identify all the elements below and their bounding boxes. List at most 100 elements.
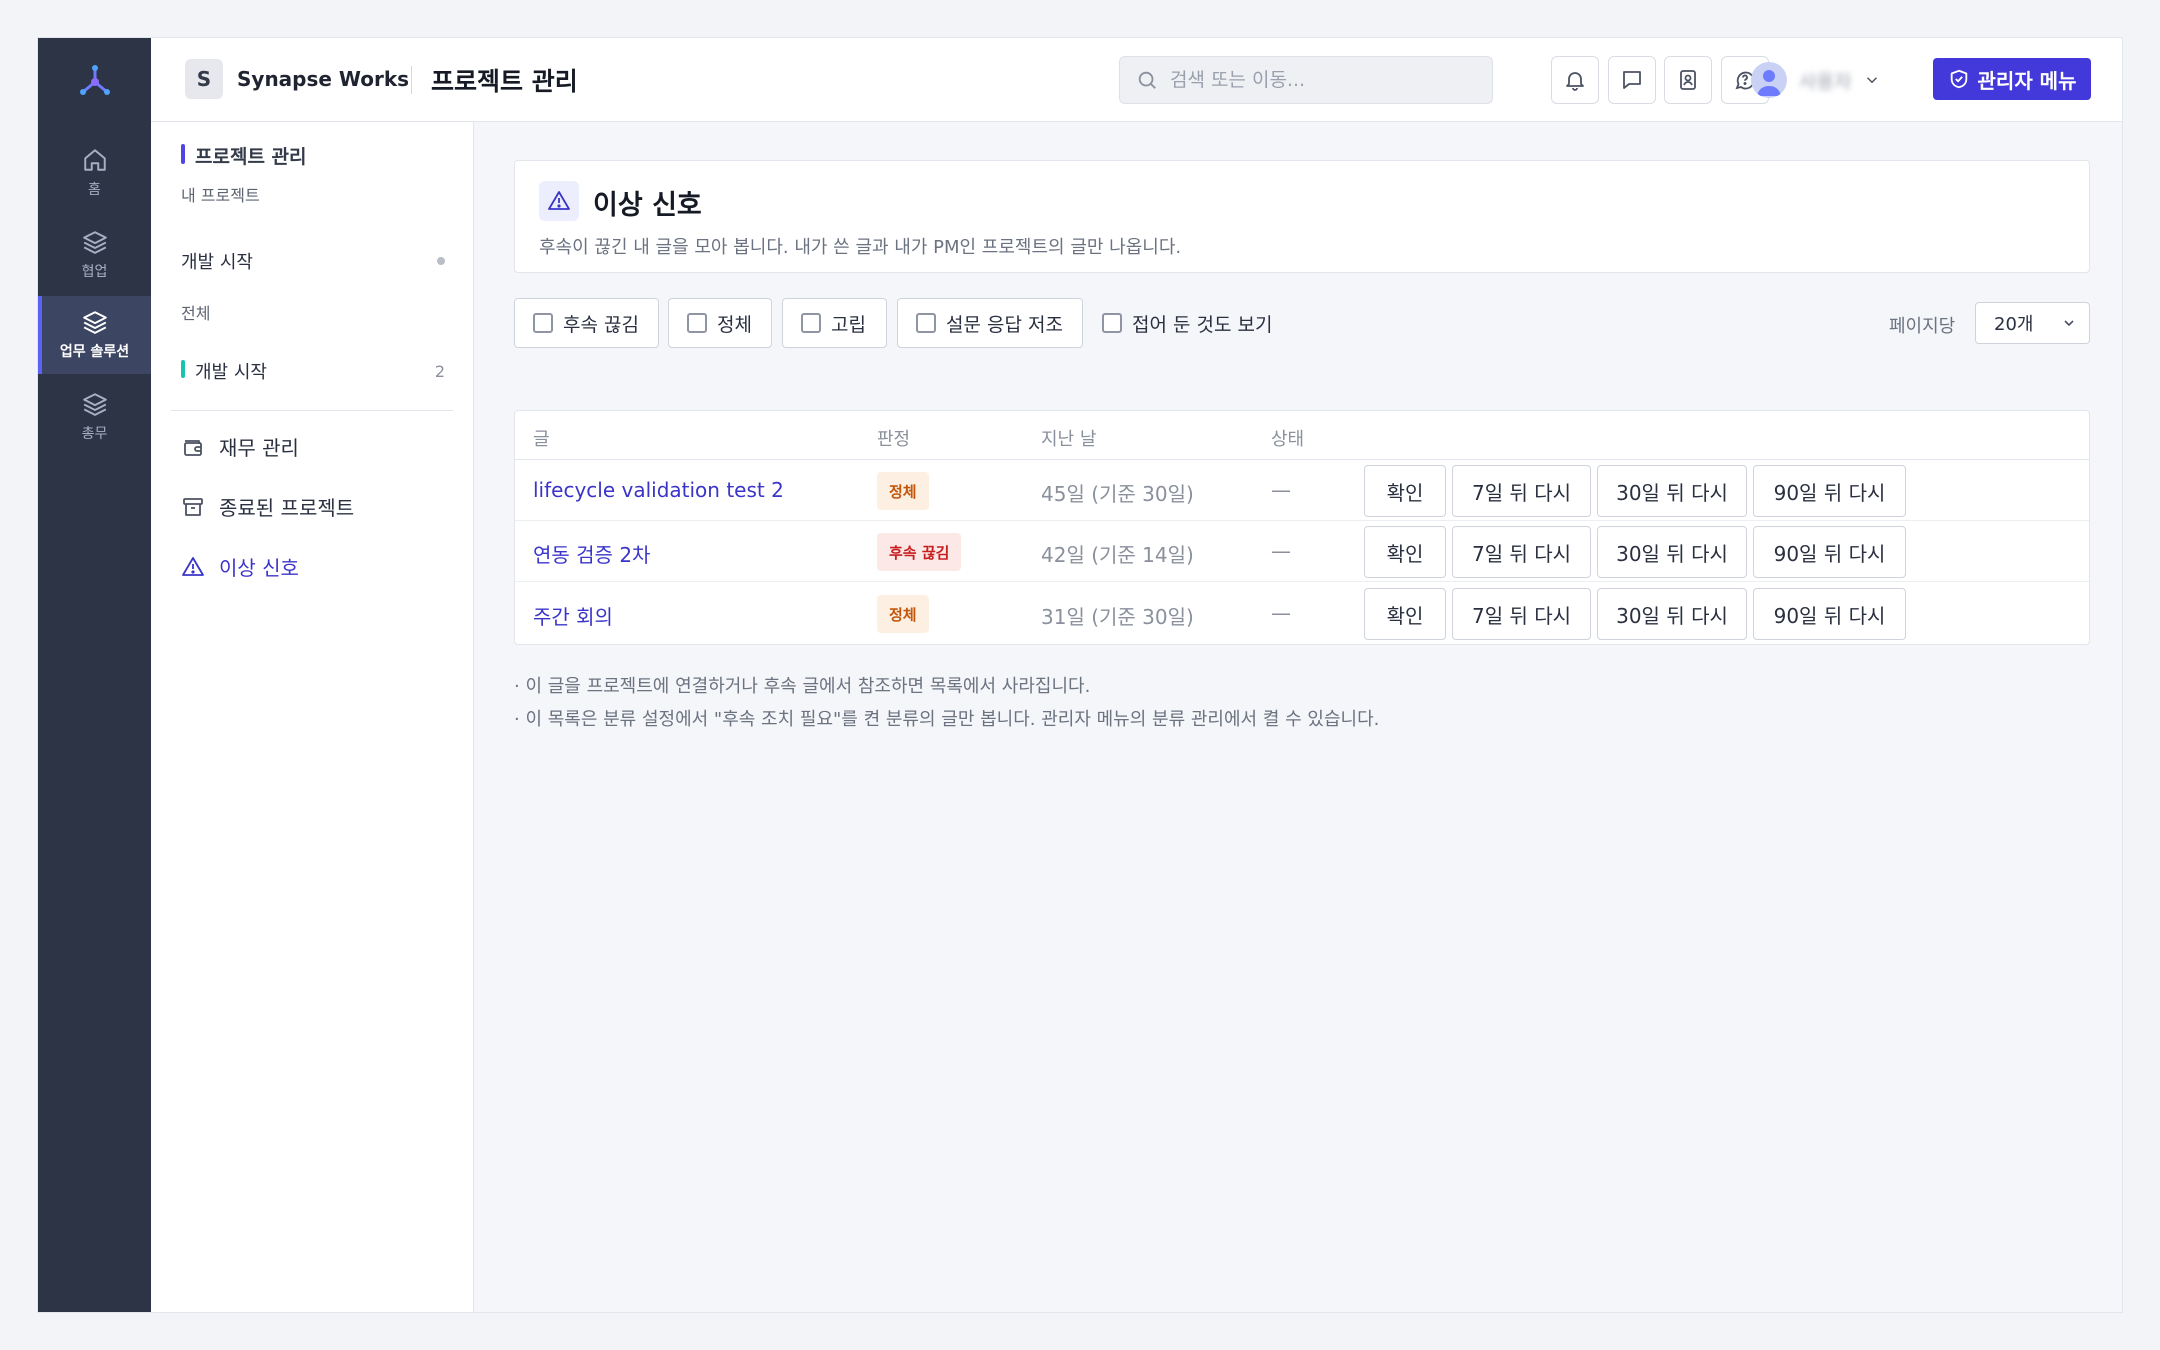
confirm-button[interactable]: 확인 xyxy=(1364,465,1446,517)
page-header-card: 이상 신호 후속이 끊긴 내 글을 모아 봅니다. 내가 쓴 글과 내가 PM인… xyxy=(514,160,2090,273)
confirm-button[interactable]: 확인 xyxy=(1364,588,1446,640)
workspace-badge[interactable]: S xyxy=(185,59,223,99)
secondary-sidebar: 프로젝트 관리 내 프로젝트 개발 시작 전체 개발 시작 2 재무 관리 종료… xyxy=(151,122,474,1312)
search-input[interactable] xyxy=(1170,69,1470,91)
chevron-down-icon xyxy=(1867,77,1878,84)
sidebar-item-label: 개발 시작 xyxy=(181,252,253,273)
layers-icon xyxy=(82,393,107,416)
snooze-30-button[interactable]: 30일 뒤 다시 xyxy=(1597,465,1747,517)
sidebar-item-label: 개발 시작 xyxy=(195,362,267,383)
post-title-link[interactable]: 연동 검증 2차 xyxy=(533,539,650,568)
filter-isolated[interactable]: 고립 xyxy=(782,298,887,348)
note-line: · 이 글을 프로젝트에 연결하거나 후속 글에서 참조하면 목록에서 사라집니… xyxy=(514,676,1091,697)
post-title-link[interactable]: 주간 회의 xyxy=(533,601,613,630)
sidebar-item-label: 전체 xyxy=(181,304,211,323)
elapsed-days: 42일 (기준 14일) xyxy=(1041,543,1194,567)
page-title: 프로젝트 관리 xyxy=(431,67,578,96)
app-rail: 홈 협업 업무 솔루션 총무 xyxy=(38,38,151,1312)
contact-book-icon xyxy=(1680,70,1696,90)
checkbox[interactable] xyxy=(1102,313,1122,333)
search-box[interactable] xyxy=(1119,56,1493,104)
sidebar-item-label: 이상 신호 xyxy=(219,556,299,580)
workspace-name[interactable]: Synapse Works xyxy=(237,67,409,91)
filter-low-survey[interactable]: 설문 응답 저조 xyxy=(897,298,1083,348)
column-header: 상태 xyxy=(1271,429,1305,450)
sidebar-item-dev-start[interactable]: 개발 시작 xyxy=(181,248,445,274)
rail-label: 총무 xyxy=(81,426,108,442)
top-header: S Synapse Works 프로젝트 관리 사용자 xyxy=(151,38,2122,122)
per-page-value: 20개 xyxy=(1994,314,2034,335)
sidebar-item-closed-projects[interactable]: 종료된 프로젝트 xyxy=(181,492,354,521)
verdict-badge: 후속 끊김 xyxy=(877,533,962,571)
verdict-badge: 정체 xyxy=(877,595,929,633)
table-row: 연동 검증 2차 후속 끊김 42일 (기준 14일) — 확인 7일 뒤 다시… xyxy=(515,521,2089,582)
alert-triangle-icon xyxy=(539,181,579,221)
shield-check-icon xyxy=(1950,69,1967,89)
snooze-30-button[interactable]: 30일 뒤 다시 xyxy=(1597,588,1747,640)
app-logo-icon[interactable] xyxy=(75,62,115,102)
show-collapsed-toggle[interactable]: 접어 둔 것도 보기 xyxy=(1102,298,1272,348)
archive-icon xyxy=(183,497,203,516)
column-header: 판정 xyxy=(877,429,911,450)
filter-bar: 후속 끊김 정체 고립 설문 응답 저조 접어 둔 것도 보기 페이지당 20개 xyxy=(514,298,2090,348)
post-title-link[interactable]: lifecycle validation test 2 xyxy=(533,478,784,502)
filter-label: 설문 응답 저조 xyxy=(946,313,1063,336)
column-header: 지난 날 xyxy=(1041,429,1097,450)
sidebar-divider xyxy=(171,410,453,411)
snooze-90-button[interactable]: 90일 뒤 다시 xyxy=(1753,465,1906,517)
chat-icon xyxy=(1623,71,1641,89)
sidebar-item-label: 재무 관리 xyxy=(219,436,299,460)
verdict-badge: 정체 xyxy=(877,472,929,510)
rail-label: 홈 xyxy=(88,182,101,198)
admin-menu-label: 관리자 메뉴 xyxy=(1977,68,2077,93)
notifications-button[interactable] xyxy=(1551,56,1599,104)
section-title: 이상 신호 xyxy=(593,190,702,221)
snooze-7-button[interactable]: 7일 뒤 다시 xyxy=(1452,588,1591,640)
sidebar-group-dev-start[interactable]: 개발 시작 2 xyxy=(181,358,445,384)
confirm-button[interactable]: 확인 xyxy=(1364,526,1446,578)
rail-item-home[interactable]: 홈 xyxy=(38,134,151,212)
checkbox[interactable] xyxy=(687,313,707,333)
search-icon xyxy=(1138,71,1156,89)
table-header: 글 판정 지난 날 상태 xyxy=(515,411,2089,460)
checkbox[interactable] xyxy=(801,313,821,333)
filter-stale[interactable]: 정체 xyxy=(668,298,772,348)
admin-menu-button[interactable]: 관리자 메뉴 xyxy=(1933,58,2091,100)
user-menu[interactable]: 사용자 xyxy=(1751,58,1881,102)
contacts-button[interactable] xyxy=(1664,56,1712,104)
item-count: 2 xyxy=(434,361,445,381)
layers-icon xyxy=(82,231,107,254)
status-value: — xyxy=(1271,601,1291,625)
sidebar-item-all[interactable]: 전체 xyxy=(181,300,445,324)
sidebar-my-projects[interactable]: 내 프로젝트 xyxy=(181,182,260,206)
bell-icon xyxy=(1566,72,1584,91)
snooze-90-button[interactable]: 90일 뒤 다시 xyxy=(1753,526,1906,578)
filter-broken-followup[interactable]: 후속 끊김 xyxy=(514,298,659,348)
table-row: 주간 회의 정체 31일 (기준 30일) — 확인 7일 뒤 다시 30일 뒤… xyxy=(515,583,2089,644)
avatar xyxy=(1751,62,1787,98)
chevron-down-icon xyxy=(2064,320,2074,327)
snooze-7-button[interactable]: 7일 뒤 다시 xyxy=(1452,526,1591,578)
rail-label: 협업 xyxy=(81,264,108,280)
snooze-30-button[interactable]: 30일 뒤 다시 xyxy=(1597,526,1747,578)
snooze-90-button[interactable]: 90일 뒤 다시 xyxy=(1753,588,1906,640)
per-page-label: 페이지당 xyxy=(1889,316,1956,337)
rail-item-work-solution[interactable]: 업무 솔루션 xyxy=(38,296,151,374)
sidebar-item-finance[interactable]: 재무 관리 xyxy=(181,432,299,461)
sidebar-item-anomaly-signals[interactable]: 이상 신호 xyxy=(181,552,299,581)
checkbox[interactable] xyxy=(916,313,936,333)
note-line: · 이 목록은 분류 설정에서 "후속 조치 필요"를 켠 분류의 글만 봅니다… xyxy=(514,709,1380,730)
rail-item-collab[interactable]: 협업 xyxy=(38,216,151,294)
home-icon xyxy=(83,149,106,171)
filter-label: 고립 xyxy=(831,313,866,336)
per-page-select[interactable]: 20개 xyxy=(1975,302,2090,344)
elapsed-days: 31일 (기준 30일) xyxy=(1041,605,1194,629)
app-window: 홈 협업 업무 솔루션 총무 S Synapse Works 프로젝트 관리 검… xyxy=(37,37,2123,1313)
sidebar-section-title: 프로젝트 관리 xyxy=(181,142,307,169)
rail-item-general-affairs[interactable]: 총무 xyxy=(38,378,151,456)
checkbox[interactable] xyxy=(533,313,553,333)
status-value: — xyxy=(1271,539,1291,563)
filter-label: 후속 끊김 xyxy=(563,313,639,336)
messages-button[interactable] xyxy=(1608,56,1656,104)
snooze-7-button[interactable]: 7일 뒤 다시 xyxy=(1452,465,1591,517)
